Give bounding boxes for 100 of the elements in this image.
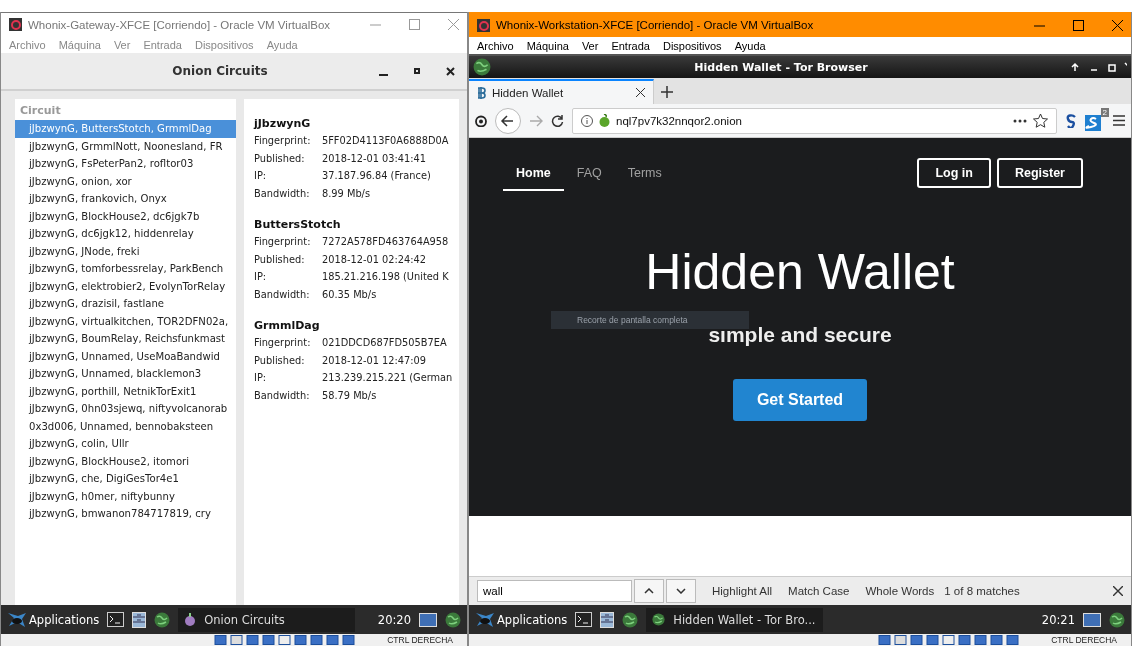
menu-item[interactable]: Máquina: [526, 39, 569, 52]
previous-match-button[interactable]: [634, 579, 664, 603]
globe-icon[interactable]: [473, 58, 491, 76]
field-value: 021DDCD687FD505B7EA: [322, 337, 447, 349]
window-controls-icon[interactable]: [1071, 62, 1127, 72]
reload-icon[interactable]: [551, 114, 564, 127]
field-label: Fingerprint:: [254, 135, 312, 147]
field-label: Published:: [254, 354, 306, 366]
nav-link[interactable]: FAQ: [563, 155, 615, 191]
terminal-icon[interactable]: [575, 612, 593, 627]
circuit-row[interactable]: jJbzwynG, 0hn03sjewq, niftyvolcanorab: [15, 400, 236, 418]
menu-item[interactable]: Archivo: [477, 39, 514, 52]
menu-item[interactable]: Máquina: [58, 38, 101, 51]
field-label: Fingerprint:: [254, 236, 312, 248]
clock: 20:21: [1041, 612, 1075, 627]
back-icon[interactable]: [495, 107, 521, 134]
task-button[interactable]: Onion Circuits: [178, 607, 356, 632]
circuit-row[interactable]: jJbzwynG, onion, xor: [15, 172, 236, 190]
workspace-icon[interactable]: [1083, 612, 1101, 627]
menu-icon[interactable]: [1113, 115, 1125, 126]
circuit-row[interactable]: jJbzwynG, porthill, NetnikTorExit1: [15, 382, 236, 400]
circuit-row[interactable]: jJbzwynG, Unnamed, UseMoaBandwid: [15, 347, 236, 365]
menu-item[interactable]: Entrada: [611, 39, 650, 52]
menu-item[interactable]: Dispositivos: [662, 39, 722, 52]
circuit-row[interactable]: jJbzwynG, BoumRelay, Reichsfunkmast: [15, 330, 236, 348]
circuit-row[interactable]: jJbzwynG, BlockHouse2, itomori: [15, 452, 236, 470]
close-icon[interactable]: [446, 66, 455, 76]
circuit-row[interactable]: jJbzwynG, drazisil, fastlane: [15, 295, 236, 313]
browser-icon[interactable]: [622, 611, 639, 628]
nav-button[interactable]: Log in: [917, 158, 991, 188]
notification-badge: 2: [1100, 107, 1109, 117]
menu-item[interactable]: Dispositivos: [194, 38, 254, 51]
field-value: 5FF02D4113F0A6888D0A: [322, 135, 449, 147]
nav-link[interactable]: Terms: [614, 155, 675, 191]
circuit-row[interactable]: jJbzwynG, h0mer, niftybunny: [15, 487, 236, 505]
find-option[interactable]: Match Case: [788, 585, 850, 597]
circuit-row[interactable]: jJbzwynG, JNode, freki: [15, 242, 236, 260]
menu-item[interactable]: Ver: [113, 38, 131, 51]
clock: 20:20: [377, 612, 411, 627]
nav-button[interactable]: Register: [996, 158, 1083, 188]
workspace-icon[interactable]: [419, 612, 437, 627]
circuit-row[interactable]: jJbzwynG, Unnamed, blacklemon3: [15, 365, 236, 383]
network-icon[interactable]: [1109, 611, 1125, 628]
maximize-icon[interactable]: [414, 68, 420, 74]
nav-link[interactable]: Home: [503, 155, 564, 191]
file-manager-icon[interactable]: [600, 611, 615, 628]
globe-icon[interactable]: [652, 613, 666, 626]
find-field[interactable]: wall: [477, 580, 632, 602]
circuit-row[interactable]: jJbzwynG, colin, Ullr: [15, 435, 236, 453]
chevron-up-icon: [644, 588, 654, 594]
next-match-button[interactable]: [666, 579, 696, 603]
task-button[interactable]: Hidden Wallet - Tor Bro...: [646, 607, 824, 632]
circuit-row[interactable]: 0x3d006, Unnamed, bennobaksteen: [15, 417, 236, 435]
maximize-icon[interactable]: [1073, 19, 1084, 31]
menu-item[interactable]: Ayuda: [266, 38, 298, 51]
close-icon[interactable]: [1112, 19, 1123, 31]
chevron-down-icon: [676, 588, 686, 594]
field-value: 2018-12-01 12:47:09: [322, 354, 427, 366]
extension-icon[interactable]: [1085, 114, 1101, 131]
find-option[interactable]: Whole Words: [865, 585, 935, 597]
circuit-row[interactable]: jJbzwynG, virtualkitchen, TOR2DFN02a,: [15, 312, 236, 330]
relay-name: jJbzwynG: [254, 117, 312, 130]
more-icon[interactable]: [1013, 118, 1027, 123]
window-title: Whonix-Gateway-XFCE [Corriendo] - Oracle VM VirtualBox: [28, 18, 332, 31]
star-icon[interactable]: [1033, 113, 1048, 128]
extension-icon[interactable]: [1065, 113, 1077, 128]
circuit-row[interactable]: jJbzwynG, FsPeterPan2, rofltor03: [15, 155, 236, 173]
field-label: Bandwidth:: [254, 389, 311, 401]
info-icon[interactable]: [581, 114, 593, 127]
window-title: Whonix-Workstation-XFCE [Corriendo] - Oracle VM VirtualBox: [496, 19, 815, 31]
browser-icon[interactable]: [154, 611, 171, 628]
menu-item[interactable]: Ver: [581, 39, 599, 52]
field-value: 8.99 Mb/s: [322, 187, 370, 199]
applications-menu[interactable]: Applications: [7, 611, 100, 628]
circuit-row[interactable]: jJbzwynG, BlockHouse2, dc6jgk7b: [15, 207, 236, 225]
menu-item[interactable]: Ayuda: [734, 39, 766, 52]
circuit-row[interactable]: jJbzwynG, che, DigiGesTor4e1: [15, 470, 236, 488]
find-option[interactable]: Highlight All: [712, 585, 773, 597]
circuit-row[interactable]: jJbzwynG, dc6jgk12, hiddenrelay: [15, 225, 236, 243]
circuit-row[interactable]: jJbzwynG, elektrobier2, EvolynTorRelay: [15, 277, 236, 295]
tooltip: Recorte de pantalla completa: [551, 311, 749, 329]
field-value: 2018-12-01 02:24:42: [322, 253, 427, 265]
field-label: IP:: [254, 170, 268, 182]
menu-item[interactable]: Entrada: [143, 38, 182, 51]
circuit-row[interactable]: jJbzwynG, frankovich, Onyx: [15, 190, 236, 208]
address-field[interactable]: nql7pv7k32nnqor2.onion: [572, 107, 1057, 134]
circuit-row[interactable]: jJbzwynG, GrmmlNott, Noonesland, FR: [15, 137, 236, 155]
close-icon[interactable]: [636, 88, 645, 97]
circuit-row[interactable]: jJbzwynG, bmwanon784717819, cry: [15, 505, 236, 523]
app-icon: [9, 18, 22, 31]
circuit-row[interactable]: jJbzwynG, tomforbessrelay, ParkBench: [15, 260, 236, 278]
close-icon[interactable]: [1113, 586, 1123, 596]
browser-tab[interactable]: Hidden Wallet: [469, 79, 654, 104]
field-value: 58.79 Mb/s: [322, 389, 377, 401]
file-manager-icon[interactable]: [132, 611, 147, 628]
applications-menu[interactable]: Applications: [475, 611, 568, 628]
network-icon[interactable]: [445, 611, 461, 628]
get-started-button[interactable]: Get Started: [732, 379, 868, 421]
menu-item[interactable]: Archivo: [9, 38, 46, 51]
terminal-icon[interactable]: [107, 612, 125, 627]
